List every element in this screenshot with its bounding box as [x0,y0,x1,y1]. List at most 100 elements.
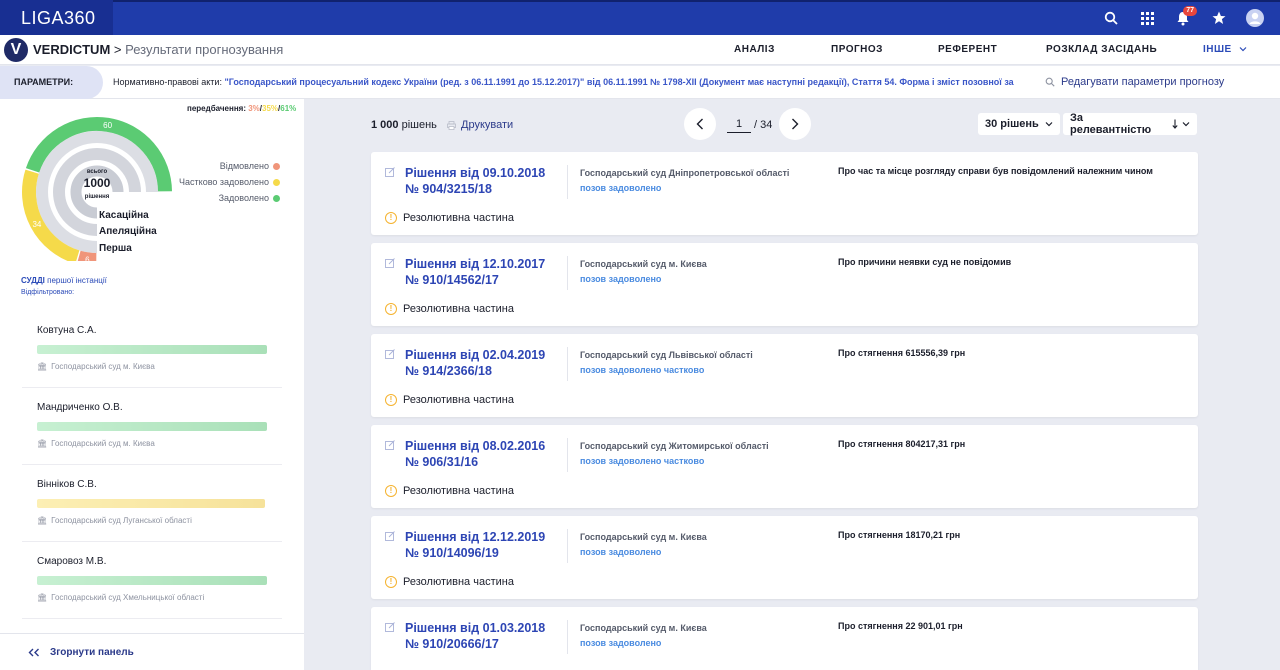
liga360-logo[interactable]: LIGA360 [0,0,113,37]
result-card[interactable]: Рішення від 08.02.2016 № 906/31/16 Господ… [371,425,1198,508]
nav-link-more[interactable]: ІНШЕ [1203,44,1247,55]
decision-title[interactable]: Рішення від 12.10.2017 № 910/14562/17 [405,256,545,288]
print-label: Друкувати [461,119,514,131]
decision-summary: Про стягнення 804217,31 грн [838,439,966,449]
operative-part-link[interactable]: ! Резолютивна частина [385,576,514,588]
instance-cassation[interactable]: Касаційна [99,210,149,221]
court-building-icon: 🏛 [37,593,48,602]
result-card[interactable]: Рішення від 01.03.2018 № 910/20666/17 Гос… [371,607,1198,670]
per-page-select[interactable]: 30 рішень [978,113,1060,135]
nav-link-forecast[interactable]: ПРОГНОЗ [831,44,883,55]
operative-part-link[interactable]: ! Резолютивна частина [385,485,514,497]
info-icon: ! [385,394,397,406]
judge-name: Смаровоз М.В. [37,556,107,567]
judge-stat-bar [37,499,265,508]
judge-item[interactable]: Вінніков С.В. 🏛 Господарський суд Лугансь… [22,465,282,542]
operative-part-link[interactable]: ! Резолютивна частина [385,303,514,315]
arc-partially-label: 34 [32,220,41,229]
decision-court: Господарський суд Львівської області [580,350,753,360]
operative-part-link[interactable]: ! Резолютивна частина [385,394,514,406]
decision-title[interactable]: Рішення від 02.04.2019 № 914/2366/18 [405,347,545,379]
legend-satisfied-label: Задоволено [218,193,269,203]
apps-grid-icon[interactable] [1136,7,1158,29]
star-icon[interactable] [1208,7,1230,29]
judge-item[interactable]: Смаровоз М.В. 🏛 Господарський суд Хмельни… [22,542,282,619]
judge-item[interactable]: Мандриченко О.В. 🏛 Господарський суд м. К… [22,388,282,465]
decision-number: № 910/14096/19 [405,546,499,560]
judge-court-label: Господарський суд Хмельницької області [51,593,205,602]
instance-first[interactable]: Перша [99,243,132,254]
judge-stat-bar [37,345,267,354]
decision-summary: Про причини неявки суд не повідомив [838,257,1012,267]
card-divider [567,438,568,472]
decision-date: Рішення від 02.04.2019 [405,348,546,362]
judges-subtitle[interactable]: першої інстанції [47,276,107,285]
open-external-icon[interactable] [385,440,395,450]
judge-stat-bar [37,576,267,585]
params-tab[interactable]: ПАРАМЕТРИ: [0,66,103,99]
top-icons: 77 [1100,6,1266,29]
legend-partial-label: Частково задоволено [179,177,269,187]
notification-badge: 77 [1183,6,1197,16]
legend-dot-refused [273,162,280,170]
chevron-down-icon [1182,122,1190,127]
next-page-button[interactable] [779,108,811,140]
result-card[interactable]: Рішення від 02.04.2019 № 914/2366/18 Госп… [371,334,1198,417]
result-card[interactable]: Рішення від 12.12.2019 № 910/14096/19 Гос… [371,516,1198,599]
judges-heading: СУДДІ першої інстанції [21,276,107,285]
operative-part-link[interactable]: ! Резолютивна частина [385,212,514,224]
decision-title[interactable]: Рішення від 12.12.2019 № 910/14096/19 [405,529,545,561]
judge-court: 🏛 Господарський суд Луганської області [37,516,268,525]
decision-summary: Про час та місце розгляду справи був пов… [838,166,1153,176]
decision-status: позов задоволено [580,274,662,284]
open-external-icon[interactable] [385,258,395,268]
prev-page-button[interactable] [684,108,716,140]
nav-link-schedule[interactable]: РОЗКЛАД ЗАСІДАНЬ [1046,44,1157,55]
per-page-value: 30 рішень [985,118,1039,130]
decision-title[interactable]: Рішення від 01.03.2018 № 910/20666/17 [405,620,545,652]
params-act-link[interactable]: "Господарський процесуальний кодекс Укра… [224,77,1013,87]
operative-part-label: Резолютивна частина [403,576,514,588]
open-external-icon[interactable] [385,167,395,177]
court-building-icon: 🏛 [37,362,48,371]
instance-appeal[interactable]: Апеляційна [99,226,157,237]
page-number-input[interactable]: 1 [727,118,751,133]
sort-select[interactable]: За релевантністю [1063,112,1197,136]
bell-icon[interactable]: 77 [1172,6,1197,29]
chevron-left-icon [696,118,703,130]
judge-item[interactable]: Ковтуна С.А. 🏛 Господарський суд м. Києва [22,311,282,388]
legend-partial: Частково задоволено [179,177,280,187]
result-card[interactable]: Рішення від 12.10.2017 № 910/14562/17 Гос… [371,243,1198,326]
card-divider [567,620,568,654]
user-avatar-icon[interactable] [1244,7,1266,29]
decision-number: № 910/20666/17 [405,637,499,651]
sort-value: За релевантністю [1070,112,1152,136]
decision-court: Господарський суд м. Києва [580,532,707,542]
prediction-green: 61% [280,104,297,113]
judge-stat-bar [37,422,267,431]
decision-title[interactable]: Рішення від 08.02.2016 № 906/31/16 [405,438,545,470]
edit-params-button[interactable]: Редагувати параметри прогнозу [1045,76,1224,88]
nav-link-referent[interactable]: РЕФЕРЕНТ [938,44,997,55]
verdictum-logo-icon[interactable]: V [4,38,28,62]
decision-status: позов задоволено [580,183,662,193]
judge-court: 🏛 Господарський суд м. Києва [37,362,268,371]
decision-court: Господарський суд Житомирської області [580,441,769,451]
decision-date: Рішення від 12.10.2017 [405,257,546,271]
print-button[interactable]: Друкувати [447,119,513,131]
judges-list: Ковтуна С.А. 🏛 Господарський суд м. Києва… [22,311,282,633]
nav-link-analysis[interactable]: АНАЛІЗ [734,44,775,55]
result-card[interactable]: Рішення від 09.10.2018 № 904/3215/18 Госп… [371,152,1198,235]
params-text: Нормативно-правові акти: "Господарський … [113,77,1015,87]
open-external-icon[interactable] [385,349,395,359]
open-external-icon[interactable] [385,531,395,541]
brand-name[interactable]: VERDICTUM [33,42,110,57]
collapse-panel-button[interactable]: Згорнути панель [28,647,134,658]
decision-number: № 904/3215/18 [405,182,492,196]
decision-title[interactable]: Рішення від 09.10.2018 № 904/3215/18 [405,165,545,197]
open-external-icon[interactable] [385,622,395,632]
results-count: 1 000 рішень [371,119,437,131]
search-icon[interactable] [1100,7,1122,29]
decision-court: Господарський суд Дніпропетровської обла… [580,168,790,178]
judge-name: Ковтуна С.А. [37,325,97,336]
